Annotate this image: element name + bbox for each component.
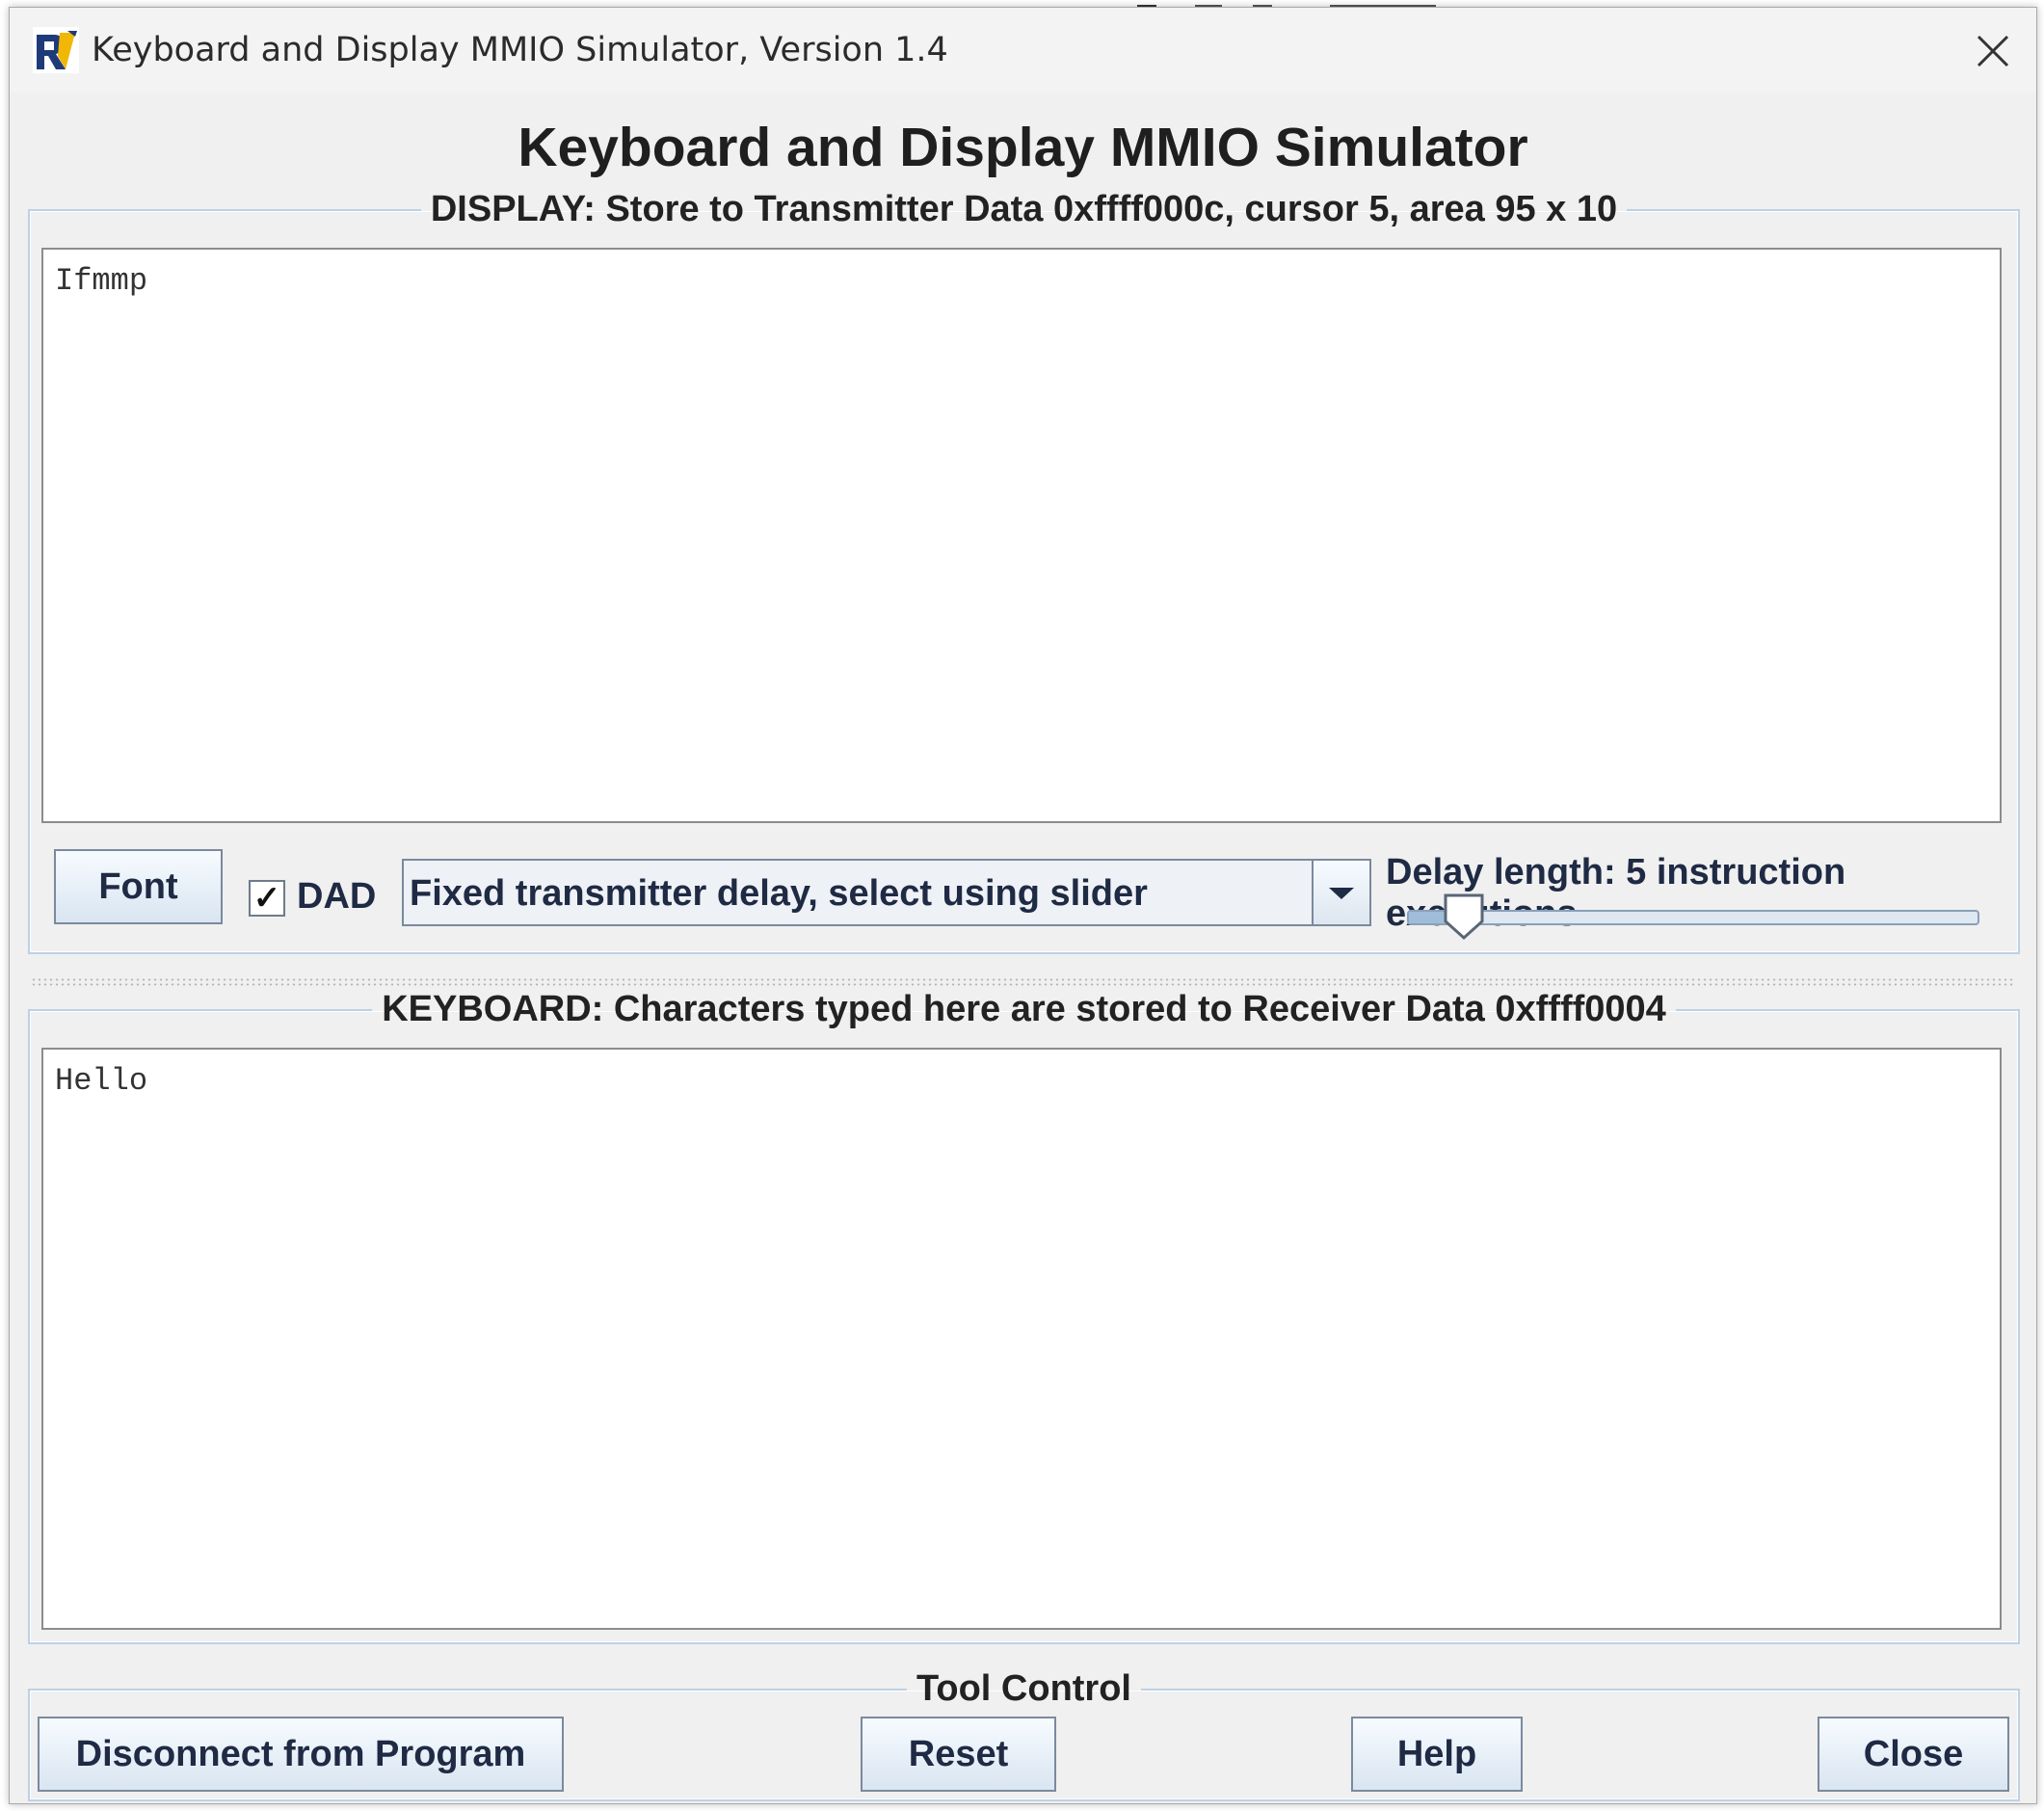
close-icon[interactable]: [1971, 29, 2015, 73]
delay-slider[interactable]: [1407, 910, 1979, 925]
split-pane-divider[interactable]: [31, 977, 2015, 987]
reset-button[interactable]: Reset: [861, 1717, 1056, 1792]
app-logo-icon: [33, 27, 79, 73]
window-title: Keyboard and Display MMIO Simulator, Ver…: [92, 31, 948, 69]
display-legend: DISPLAY: Store to Transmitter Data 0xfff…: [430, 189, 1618, 229]
dad-checkbox[interactable]: ✓: [249, 880, 285, 917]
tool-control-legend: Tool Control: [916, 1668, 1131, 1709]
simulator-window: Keyboard and Display MMIO Simulator, Ver…: [9, 7, 2037, 1804]
dropdown-button[interactable]: [1312, 861, 1369, 924]
help-button[interactable]: Help: [1351, 1717, 1523, 1792]
delay-mode-value: Fixed transmitter delay, select using sl…: [410, 873, 1148, 914]
dropdown-arrow-icon: [1329, 888, 1354, 899]
display-textarea[interactable]: Ifmmp: [41, 248, 2002, 823]
title-bar[interactable]: Keyboard and Display MMIO Simulator, Ver…: [10, 8, 2036, 93]
keyboard-legend: KEYBOARD: Characters typed here are stor…: [382, 989, 1666, 1029]
checkbox-check-icon: ✓: [252, 880, 281, 917]
keyboard-textarea[interactable]: Hello: [41, 1048, 2002, 1630]
disconnect-button[interactable]: Disconnect from Program: [38, 1717, 564, 1792]
delay-mode-select[interactable]: Fixed transmitter delay, select using sl…: [402, 859, 1371, 926]
close-button[interactable]: Close: [1818, 1717, 2009, 1792]
dad-label[interactable]: DAD: [297, 876, 376, 918]
page-title: Keyboard and Display MMIO Simulator: [518, 117, 1528, 178]
slider-thumb-icon[interactable]: [1442, 892, 1486, 941]
font-button[interactable]: Font: [54, 849, 223, 924]
